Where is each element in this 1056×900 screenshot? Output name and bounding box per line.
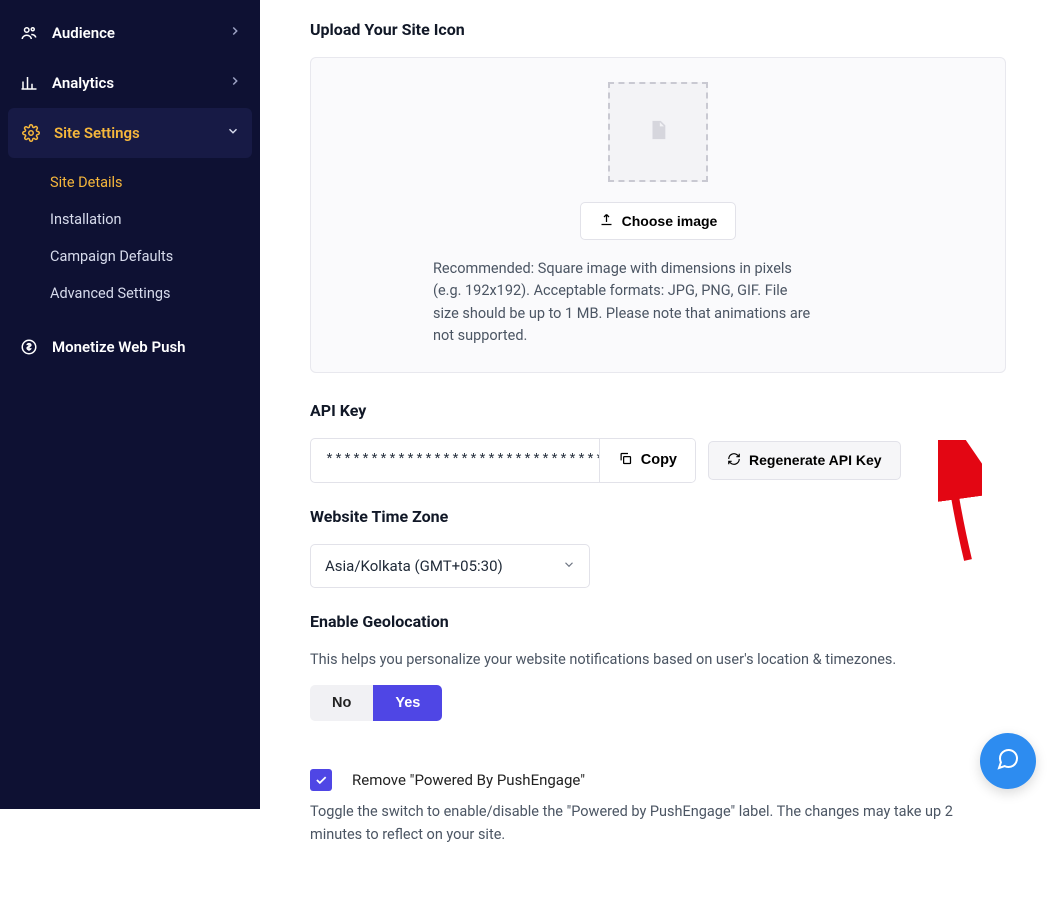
geo-toggle: No Yes [310,685,442,721]
copy-icon [618,451,633,470]
chat-fab[interactable] [980,733,1036,789]
upload-icon [599,212,614,230]
regenerate-label: Regenerate API Key [749,452,882,468]
content: Upload Your Site Icon Choose image Recom… [260,0,1056,900]
image-drop-zone[interactable] [608,82,708,182]
gear-icon [20,122,42,144]
audience-icon [18,22,40,44]
api-key-block: API Key ********************************… [310,401,1006,483]
timezone-title: Website Time Zone [310,507,1006,526]
choose-image-label: Choose image [622,213,718,229]
sidebar-item-label: Site Settings [54,124,140,142]
sidebar-item-label: Audience [52,24,115,42]
sidebar-item-site-settings[interactable]: Site Settings [8,108,252,158]
analytics-icon [18,72,40,94]
sidebar-item-label: Analytics [52,74,114,92]
dollar-icon [18,336,40,358]
sidebar-item-audience[interactable]: Audience [0,8,260,58]
sidebar-sublist: Site Details Installation Campaign Defau… [0,158,260,322]
timezone-select[interactable]: Asia/Kolkata (GMT+05:30) [310,544,590,588]
chat-icon [996,747,1020,775]
geo-yes-button[interactable]: Yes [373,685,442,721]
sidebar: Audience Analytics Site Settings Site De… [0,0,260,809]
branding-desc: Toggle the switch to enable/disable the … [310,801,1006,846]
image-placeholder-icon [647,119,669,145]
api-key-title: API Key [310,401,1006,420]
api-key-value[interactable]: ********************************ff2 [311,442,599,479]
sidebar-subitem-site-details[interactable]: Site Details [50,164,260,201]
sidebar-subitem-installation[interactable]: Installation [50,201,260,238]
sidebar-item-monetize[interactable]: Monetize Web Push [0,322,260,372]
branding-block: Remove "Powered By PushEngage" Toggle th… [310,769,1006,846]
geo-title: Enable Geolocation [310,612,1006,631]
chevron-down-icon [226,124,240,142]
upload-box: Choose image Recommended: Square image w… [310,57,1006,373]
geolocation-block: Enable Geolocation This helps you person… [310,612,1006,745]
regenerate-api-key-button[interactable]: Regenerate API Key [708,441,901,480]
remove-branding-checkbox[interactable] [310,769,332,791]
timezone-block: Website Time Zone Asia/Kolkata (GMT+05:3… [310,507,1006,588]
geo-desc: This helps you personalize your website … [310,649,1006,671]
api-key-box: ********************************ff2 Copy [310,438,696,483]
remove-branding-label: Remove "Powered By PushEngage" [352,771,585,789]
sidebar-subitem-campaign-defaults[interactable]: Campaign Defaults [50,238,260,275]
sidebar-subitem-advanced-settings[interactable]: Advanced Settings [50,275,260,312]
copy-label: Copy [641,452,677,468]
geo-no-button[interactable]: No [310,685,373,721]
upload-hint: Recommended: Square image with dimension… [335,258,815,348]
chevron-right-icon [228,74,242,92]
chevron-right-icon [228,24,242,42]
main-area: Upload Your Site Icon Choose image Recom… [260,0,1056,809]
refresh-icon [727,452,741,469]
choose-image-button[interactable]: Choose image [580,202,737,240]
sidebar-item-label: Monetize Web Push [52,338,186,356]
upload-title: Upload Your Site Icon [310,20,1006,39]
sidebar-item-analytics[interactable]: Analytics [0,58,260,108]
copy-button[interactable]: Copy [599,439,695,482]
